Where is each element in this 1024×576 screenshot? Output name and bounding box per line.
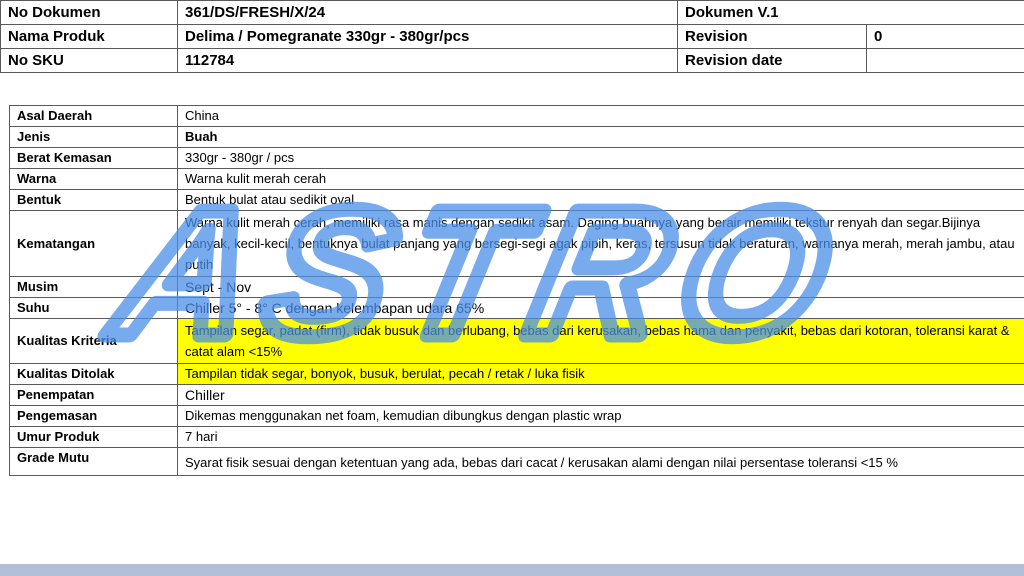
footer-bar (0, 564, 1024, 576)
revision-date-value (866, 48, 1024, 73)
spec-label: Grade Mutu (9, 447, 178, 476)
header-row-nama-produk: Nama Produk Delima / Pomegranate 330gr -… (0, 24, 1024, 49)
spec-label: Asal Daerah (9, 105, 178, 127)
spec-value: Tampilan tidak segar, bonyok, busuk, ber… (177, 363, 1024, 385)
spec-row-grade-mutu: Grade Mutu Syarat fisik sesuai dengan ke… (9, 447, 1024, 476)
nama-produk-label: Nama Produk (0, 24, 178, 49)
spec-value: Chiller 5° - 8° C dengan kelembapan udar… (177, 297, 1024, 319)
spec-label: Kematangan (9, 210, 178, 277)
spec-row-jenis: Jenis Buah (9, 126, 1024, 148)
no-dokumen-value: 361/DS/FRESH/X/24 (177, 0, 678, 25)
spec-value: 330gr - 380gr / pcs (177, 147, 1024, 169)
header-row-no-sku: No SKU 112784 Revision date (0, 48, 1024, 73)
spec-row-warna: Warna Warna kulit merah cerah (9, 168, 1024, 190)
spec-row-kematangan: Kematangan Warna kulit merah cerah, memi… (9, 210, 1024, 277)
spec-value: Warna kulit merah cerah (177, 168, 1024, 190)
nama-produk-value: Delima / Pomegranate 330gr - 380gr/pcs (177, 24, 678, 49)
revision-date-label: Revision date (677, 48, 867, 73)
spec-row-berat-kemasan: Berat Kemasan 330gr - 380gr / pcs (9, 147, 1024, 169)
revision-label: Revision (677, 24, 867, 49)
spec-label: Penempatan (9, 384, 178, 406)
spec-label: Berat Kemasan (9, 147, 178, 169)
spec-value: Warna kulit merah cerah, memiliki rasa m… (177, 210, 1024, 277)
no-sku-value: 112784 (177, 48, 678, 73)
spec-value: Sept - Nov (177, 276, 1024, 298)
spec-label: Kualitas Kriteria (9, 318, 178, 364)
spec-value: Buah (177, 126, 1024, 148)
spec-value: Dikemas menggunakan net foam, kemudian d… (177, 405, 1024, 427)
spec-label: Bentuk (9, 189, 178, 211)
spec-row-musim: Musim Sept - Nov (9, 276, 1024, 298)
spec-row-penempatan: Penempatan Chiller (9, 384, 1024, 406)
spec-value: Chiller (177, 384, 1024, 406)
spec-label: Kualitas Ditolak (9, 363, 178, 385)
spec-label: Warna (9, 168, 178, 190)
spec-label: Pengemasan (9, 405, 178, 427)
spec-label: Suhu (9, 297, 178, 319)
spec-row-kualitas-ditolak: Kualitas Ditolak Tampilan tidak segar, b… (9, 363, 1024, 385)
spec-value: Syarat fisik sesuai dengan ketentuan yan… (177, 447, 1024, 476)
spec-row-umur-produk: Umur Produk 7 hari (9, 426, 1024, 448)
spec-row-kualitas-kriteria: Kualitas Kriteria Tampilan segar, padat … (9, 318, 1024, 364)
document-header-table: No Dokumen 361/DS/FRESH/X/24 Dokumen V.1… (0, 0, 1024, 73)
spec-value: China (177, 105, 1024, 127)
spec-row-bentuk: Bentuk Bentuk bulat atau sedikit oval (9, 189, 1024, 211)
spec-row-suhu: Suhu Chiller 5° - 8° C dengan kelembapan… (9, 297, 1024, 319)
spec-row-pengemasan: Pengemasan Dikemas menggunakan net foam,… (9, 405, 1024, 427)
dokumen-version: Dokumen V.1 (677, 0, 1024, 25)
spec-label: Umur Produk (9, 426, 178, 448)
spec-value: 7 hari (177, 426, 1024, 448)
no-dokumen-label: No Dokumen (0, 0, 178, 25)
spec-label: Jenis (9, 126, 178, 148)
spec-value: Tampilan segar, padat (firm), tidak busu… (177, 318, 1024, 364)
spec-value: Bentuk bulat atau sedikit oval (177, 189, 1024, 211)
spec-label: Musim (9, 276, 178, 298)
spec-row-asal-daerah: Asal Daerah China (9, 105, 1024, 127)
header-row-no-dokumen: No Dokumen 361/DS/FRESH/X/24 Dokumen V.1 (0, 0, 1024, 25)
revision-value: 0 (866, 24, 1024, 49)
document-slide: No Dokumen 361/DS/FRESH/X/24 Dokumen V.1… (0, 0, 1024, 576)
no-sku-label: No SKU (0, 48, 178, 73)
product-spec-table: Asal Daerah China Jenis Buah Berat Kemas… (9, 105, 1024, 476)
